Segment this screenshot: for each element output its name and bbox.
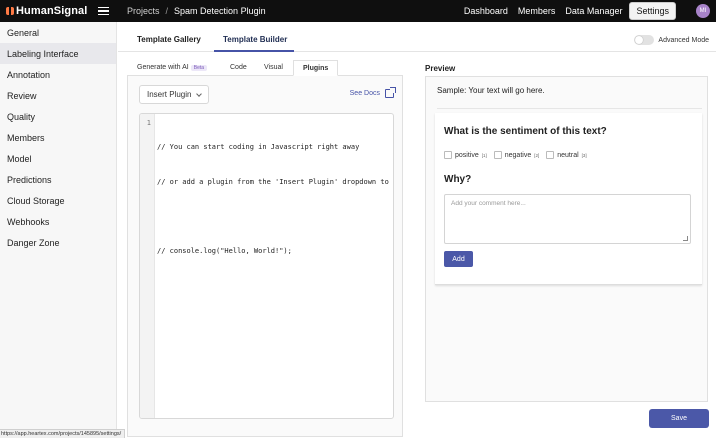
code-line: // You can start coding in Javascript ri… bbox=[157, 143, 360, 151]
brand-logo[interactable]: HumanSignal bbox=[6, 5, 90, 17]
checkbox[interactable] bbox=[546, 151, 555, 159]
hotkey: [2] bbox=[534, 152, 540, 158]
sidebar-item-members[interactable]: Members bbox=[0, 127, 116, 148]
code-line: // console.log("Hello, World!"); bbox=[157, 246, 292, 255]
resize-handle-icon[interactable] bbox=[683, 236, 688, 241]
add-comment-button[interactable]: Add bbox=[444, 251, 473, 267]
sample-text: Sample: Your text will go here. bbox=[437, 86, 545, 95]
tab-template-builder[interactable]: Template Builder bbox=[223, 35, 287, 44]
advanced-mode-label: Advanced Mode bbox=[658, 36, 709, 44]
why-question: Why? bbox=[444, 174, 472, 185]
checkbox[interactable] bbox=[493, 151, 502, 159]
breadcrumb-projects[interactable]: Projects bbox=[127, 6, 160, 16]
choice-label: positive bbox=[455, 151, 479, 159]
choice-label: negative bbox=[504, 151, 532, 159]
sidebar-item-predictions[interactable]: Predictions bbox=[0, 169, 116, 190]
sidebar-item-webhooks[interactable]: Webhooks bbox=[0, 211, 116, 232]
active-tab-indicator bbox=[214, 50, 294, 52]
sentiment-choices: positive [1] negative [2] neutral [3] bbox=[444, 151, 587, 159]
divider bbox=[437, 108, 702, 109]
plugins-editor-pane: Insert Plugin See Docs 1 // You can star… bbox=[127, 76, 403, 437]
humansignal-logo-icon bbox=[6, 7, 14, 15]
hotkey: [3] bbox=[581, 152, 587, 158]
external-link-icon bbox=[385, 87, 396, 98]
code-editor[interactable]: 1 // You can start coding in Javascript … bbox=[139, 113, 394, 419]
config-tabs: Template Gallery Template Builder Advanc… bbox=[118, 22, 716, 52]
sidebar-item-quality[interactable]: Quality bbox=[0, 106, 116, 127]
breadcrumb-project[interactable]: Spam Detection Plugin bbox=[174, 6, 266, 16]
menu-icon[interactable] bbox=[98, 6, 109, 16]
sidebar-item-model[interactable]: Model bbox=[0, 148, 116, 169]
sidebar-item-review[interactable]: Review bbox=[0, 85, 116, 106]
line-number: 1 bbox=[146, 119, 151, 127]
code-line: ​ bbox=[157, 211, 393, 223]
labeling-card: What is the sentiment of this text? posi… bbox=[435, 113, 702, 285]
top-bar: HumanSignal Projects / Spam Detection Pl… bbox=[0, 0, 716, 22]
tab-generate-with-ai-label: Generate with AI bbox=[137, 64, 189, 71]
avatar[interactable]: MI bbox=[696, 4, 710, 18]
choice-neutral[interactable]: neutral [3] bbox=[546, 151, 587, 159]
sidebar-item-annotation[interactable]: Annotation bbox=[0, 64, 116, 85]
tab-code[interactable]: Code bbox=[230, 64, 247, 71]
checkbox[interactable] bbox=[444, 151, 452, 159]
nav-settings[interactable]: Settings bbox=[629, 2, 676, 20]
sidebar-item-danger-zone[interactable]: Danger Zone bbox=[0, 232, 116, 253]
breadcrumb: Projects / Spam Detection Plugin bbox=[127, 6, 266, 16]
tab-plugins[interactable]: Plugins bbox=[293, 60, 339, 76]
nav-members[interactable]: Members bbox=[513, 6, 561, 16]
top-nav: Dashboard Members Data Manager Settings … bbox=[459, 2, 716, 20]
labeling-interface-panel: Template Gallery Template Builder Advanc… bbox=[118, 22, 716, 438]
nav-dashboard[interactable]: Dashboard bbox=[459, 6, 513, 16]
preview-pane: Sample: Your text will go here. What is … bbox=[425, 76, 708, 402]
sidebar-item-general[interactable]: General bbox=[0, 22, 116, 43]
comment-textarea[interactable]: Add your comment here... bbox=[444, 194, 691, 244]
sentiment-question: What is the sentiment of this text? bbox=[444, 126, 607, 137]
code-line: // or add a plugin from the 'Insert Plug… bbox=[157, 177, 394, 186]
see-docs-link[interactable]: See Docs bbox=[349, 87, 396, 98]
insert-plugin-dropdown[interactable]: Insert Plugin bbox=[139, 85, 209, 104]
brand-name: HumanSignal bbox=[16, 5, 88, 17]
settings-sidebar: General Labeling Interface Annotation Re… bbox=[0, 22, 117, 438]
breadcrumb-separator: / bbox=[165, 6, 169, 16]
builder-tabs: Generate with AI Beta Code Visual Plugins bbox=[127, 60, 403, 76]
line-numbers: 1 bbox=[140, 114, 155, 418]
chevron-down-icon bbox=[196, 90, 203, 97]
advanced-mode-toggle[interactable] bbox=[634, 35, 655, 45]
choice-label: neutral bbox=[557, 151, 579, 159]
save-button[interactable]: Save bbox=[649, 409, 709, 428]
advanced-mode: Advanced Mode bbox=[634, 35, 709, 45]
preview-title: Preview bbox=[425, 64, 456, 73]
tab-generate-with-ai[interactable]: Generate with AI Beta bbox=[137, 64, 208, 71]
choice-negative[interactable]: negative [2] bbox=[493, 151, 540, 159]
see-docs-label: See Docs bbox=[349, 90, 380, 97]
tab-visual[interactable]: Visual bbox=[264, 64, 283, 71]
comment-placeholder: Add your comment here... bbox=[451, 200, 526, 207]
status-bar-url: https://app.heartex.com/projects/145895/… bbox=[0, 429, 126, 438]
insert-plugin-label: Insert Plugin bbox=[147, 90, 192, 99]
hotkey: [1] bbox=[481, 152, 487, 158]
nav-data-manager[interactable]: Data Manager bbox=[560, 6, 627, 16]
sidebar-item-labeling-interface[interactable]: Labeling Interface bbox=[0, 43, 116, 64]
beta-badge: Beta bbox=[190, 65, 208, 71]
tab-template-gallery[interactable]: Template Gallery bbox=[137, 35, 201, 44]
code-content: // You can start coding in Javascript ri… bbox=[157, 119, 394, 280]
sidebar-item-cloud-storage[interactable]: Cloud Storage bbox=[0, 190, 116, 211]
choice-positive[interactable]: positive [1] bbox=[444, 151, 487, 159]
